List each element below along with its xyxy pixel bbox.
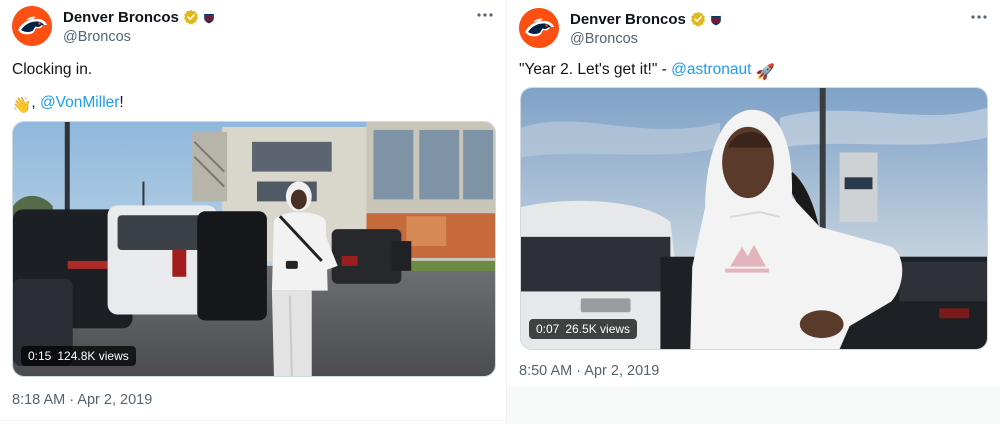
author-block: Denver Broncos @Broncos	[570, 9, 722, 47]
video-duration: 0:15	[28, 349, 52, 363]
tweet-timestamp[interactable]: 8:50 AM · Apr 2, 2019	[519, 363, 659, 379]
broncos-logo-icon	[12, 6, 52, 46]
video-views: 124.8K views	[57, 349, 129, 363]
video-player[interactable]: 0:15 124.8K views	[12, 121, 496, 377]
tweet-card-1[interactable]: Denver Broncos @Broncos Clocking in. 👋, …	[0, 0, 506, 424]
verified-badge-icon	[183, 9, 198, 25]
tweet-text-line-2: 👋, @VonMiller!	[12, 93, 124, 116]
verified-badge-icon	[690, 11, 705, 27]
nfl-shield-icon[interactable]	[710, 12, 722, 26]
page: Denver Broncos @Broncos Clocking in. 👋, …	[0, 0, 1000, 424]
tweet-header: Denver Broncos @Broncos	[519, 8, 990, 48]
tweet-text: "Year 2. Let's get it!" - @astronaut 🚀	[519, 60, 775, 83]
video-frame-player-portrait	[521, 88, 987, 349]
card-bottom-border	[0, 420, 506, 421]
nfl-shield-icon[interactable]	[203, 10, 215, 24]
waving-hand-icon: 👋	[12, 97, 32, 114]
feed-background	[507, 386, 1000, 424]
video-duration: 0:07	[536, 322, 560, 336]
tweet-timestamp[interactable]: 8:18 AM · Apr 2, 2019	[12, 392, 152, 408]
video-views: 26.5K views	[565, 322, 631, 336]
mention-link[interactable]: @astronaut	[671, 61, 751, 78]
avatar[interactable]	[519, 8, 559, 48]
broncos-logo-icon	[519, 8, 559, 48]
author-name[interactable]: Denver Broncos	[570, 11, 686, 28]
author-handle[interactable]: @Broncos	[63, 29, 215, 45]
author-name[interactable]: Denver Broncos	[63, 9, 179, 26]
text-separator: ,	[31, 94, 40, 111]
more-dots-icon[interactable]	[476, 10, 494, 20]
mention-link[interactable]: @VonMiller	[40, 94, 119, 111]
video-player[interactable]: 0:07 26.5K views	[520, 87, 988, 350]
text-end: !	[119, 94, 124, 111]
author-block: Denver Broncos @Broncos	[63, 7, 215, 45]
rocket-icon: 🚀	[755, 64, 776, 81]
tweet-text-line-1: Clocking in.	[12, 61, 93, 78]
tweet-card-2[interactable]: Denver Broncos @Broncos "Year 2. Let's g…	[507, 0, 1000, 386]
video-stats-badge: 0:07 26.5K views	[529, 319, 638, 339]
video-frame-parking-lot	[13, 122, 495, 376]
author-handle[interactable]: @Broncos	[570, 31, 722, 47]
video-stats-badge: 0:15 124.8K views	[21, 346, 136, 366]
more-dots-icon[interactable]	[970, 12, 988, 22]
avatar[interactable]	[12, 6, 52, 46]
tweet-header: Denver Broncos @Broncos	[12, 6, 496, 46]
quote-text: "Year 2. Let's get it!" -	[519, 61, 672, 78]
